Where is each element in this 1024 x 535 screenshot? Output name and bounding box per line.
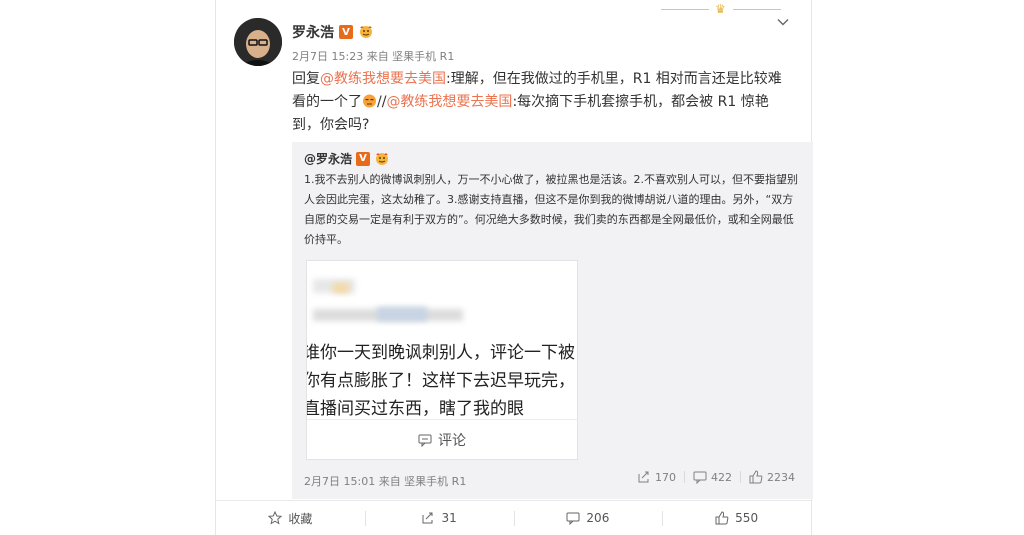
repost-meta: 2月7日 15:01 来自 坚果手机 R1 bbox=[304, 475, 467, 488]
post-meta: 2月7日 15:23 来自 坚果手机 R1 bbox=[292, 50, 455, 63]
image-text-line: 谁你一天到晚讽刺别人，评论一下被 bbox=[307, 343, 575, 363]
header-decoration: ♛ bbox=[661, 2, 781, 16]
image-text-line: 你有点膨胀了！这样下去迟早玩完， bbox=[307, 371, 575, 391]
star-icon bbox=[268, 511, 283, 525]
member-badge-icon bbox=[376, 152, 389, 165]
blurred-tag bbox=[377, 307, 427, 321]
verified-badge-icon: V bbox=[356, 151, 371, 166]
repost-text: 1.我不去别人的微博讽刺别人，万一不小心做了，被拉黑也是活该。2.不喜欢别人可以… bbox=[304, 173, 798, 246]
post-text-part: 回复 bbox=[292, 71, 320, 87]
comment-icon bbox=[693, 471, 707, 484]
repost-repost-count[interactable]: 170 bbox=[629, 470, 684, 484]
sweat-emoji-icon bbox=[363, 94, 376, 108]
reposted-weibo[interactable]: @罗永浩 V 1.我不去别人的微博讽刺别人，万一不小心做了，被拉黑也是活该。2.… bbox=[292, 142, 813, 499]
thumbs-up-icon bbox=[749, 470, 763, 484]
repost-count: 31 bbox=[441, 511, 457, 525]
repost-image[interactable]: 谁你一天到晚讽刺别人，评论一下被 你有点膨胀了！这样下去迟早玩完， 直播间买过东… bbox=[306, 260, 578, 460]
author-name[interactable]: 罗永浩 bbox=[292, 22, 334, 42]
like-button[interactable]: 550 bbox=[662, 501, 811, 535]
repost-button[interactable]: 31 bbox=[364, 501, 514, 535]
comment-button[interactable]: 206 bbox=[513, 501, 663, 535]
thumbs-up-icon bbox=[715, 511, 729, 525]
repost-comment-count[interactable]: 422 bbox=[685, 470, 740, 484]
repost-author[interactable]: @罗永浩 bbox=[304, 150, 352, 167]
avatar[interactable] bbox=[234, 18, 282, 66]
image-comment-bar: 评论 bbox=[307, 419, 577, 459]
member-badge-icon bbox=[360, 26, 372, 38]
image-text: 谁你一天到晚讽刺别人，评论一下被 你有点膨胀了！这样下去迟早玩完， 直播间买过东… bbox=[307, 339, 577, 423]
repost-icon bbox=[638, 471, 649, 483]
chevron-down-icon[interactable] bbox=[777, 16, 789, 28]
like-count: 550 bbox=[735, 511, 759, 525]
repost-like-value: 2234 bbox=[767, 470, 795, 484]
favorite-button[interactable]: 收藏 bbox=[216, 501, 365, 535]
comment-icon bbox=[418, 434, 432, 447]
repost-repost-value: 170 bbox=[655, 470, 676, 484]
verified-badge-icon: V bbox=[339, 25, 353, 39]
comment-icon bbox=[566, 512, 580, 525]
repost-icon bbox=[422, 512, 433, 524]
post-text: 回复@教练我想要去美国:理解，但在我做过的手机里，R1 相对而言还是比较难看的一… bbox=[292, 68, 792, 137]
repost-stats: 170 422 2234 bbox=[629, 470, 803, 484]
blurred-avatar-detail bbox=[333, 283, 349, 293]
repost-comment-value: 422 bbox=[711, 470, 732, 484]
crown-icon: ♛ bbox=[715, 2, 726, 16]
weibo-post-card: ♛ 罗永浩 V 2月7日 15:23 来自 坚果手机 R1 回复@教练我想要去美… bbox=[215, 0, 813, 535]
favorite-label: 收藏 bbox=[288, 511, 313, 526]
action-bar: 收藏 31 206 550 bbox=[216, 500, 811, 535]
mention-link[interactable]: @教练我想要去美国 bbox=[320, 71, 446, 87]
image-comment-label: 评论 bbox=[438, 432, 466, 449]
mention-link[interactable]: @教练我想要去美国 bbox=[386, 94, 512, 110]
repost-like-count[interactable]: 2234 bbox=[741, 470, 803, 484]
comment-count: 206 bbox=[586, 511, 610, 525]
